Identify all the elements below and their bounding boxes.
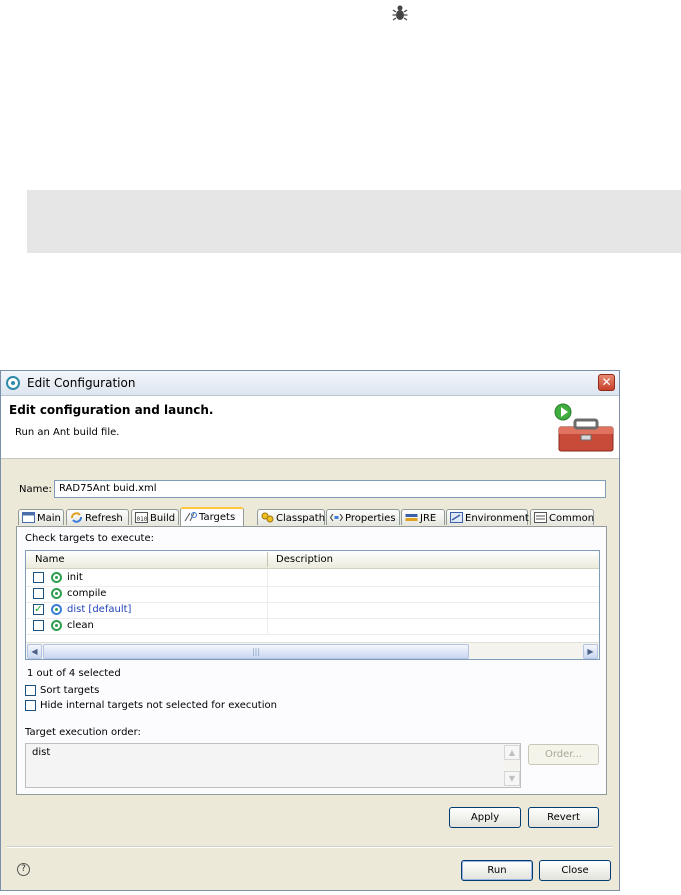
column-description-header[interactable]: Description xyxy=(276,554,333,565)
tab-bar: Main Refresh 010 Build Targets Classpath … xyxy=(17,507,607,527)
check-targets-label: Check targets to execute: xyxy=(25,533,154,544)
column-divider[interactable] xyxy=(267,552,268,567)
main-tab-icon xyxy=(22,512,35,523)
target-checkbox-checked[interactable]: ✓ xyxy=(33,604,44,615)
hide-internal-label[interactable]: Hide internal targets not selected for e… xyxy=(40,700,277,711)
tab-environment[interactable]: Environment xyxy=(446,509,529,525)
tab-common[interactable]: Common xyxy=(530,509,594,525)
scroll-up-button[interactable]: ▲ xyxy=(504,745,520,760)
tab-main[interactable]: Main xyxy=(18,509,64,525)
execution-order-label: Target execution order: xyxy=(25,727,141,738)
target-name: clean xyxy=(67,620,94,631)
jre-icon xyxy=(405,514,418,521)
sort-targets-label[interactable]: Sort targets xyxy=(40,685,99,696)
header-subtitle: Run an Ant build file. xyxy=(15,427,120,438)
target-checkbox[interactable] xyxy=(33,588,44,599)
tab-environment-label: Environment xyxy=(465,513,529,524)
apply-button[interactable]: Apply xyxy=(449,807,521,828)
table-row[interactable]: clean xyxy=(26,618,599,635)
hide-internal-checkbox[interactable] xyxy=(25,700,36,711)
tab-refresh[interactable]: Refresh xyxy=(66,509,129,525)
scroll-left-button[interactable]: ◀ xyxy=(27,644,42,659)
execution-order-field[interactable]: dist ▲ ▼ xyxy=(25,743,521,788)
name-input[interactable]: RAD75Ant buid.xml xyxy=(54,480,606,498)
svg-text:010: 010 xyxy=(137,516,148,523)
revert-button[interactable]: Revert xyxy=(528,807,599,828)
bug-icon xyxy=(392,5,408,21)
vertical-scrollbar[interactable]: ▲ ▼ xyxy=(504,745,520,786)
tab-targets-label: Targets xyxy=(199,512,236,523)
common-icon xyxy=(534,512,547,523)
sort-targets-checkbox[interactable] xyxy=(25,685,36,696)
environment-icon xyxy=(450,512,463,523)
build-icon: 010 xyxy=(135,512,148,523)
tab-jre[interactable]: JRE xyxy=(401,509,445,525)
classpath-icon xyxy=(261,512,274,523)
tab-properties[interactable]: Properties xyxy=(326,509,400,525)
tab-targets[interactable]: Targets xyxy=(180,507,244,526)
target-checkbox[interactable] xyxy=(33,620,44,631)
execution-order-value: dist xyxy=(32,747,51,758)
header-title: Edit configuration and launch. xyxy=(9,403,214,417)
table-row[interactable]: ✓ dist [default] xyxy=(26,602,599,619)
title-bar[interactable]: Edit Configuration ✕ xyxy=(1,371,619,396)
name-label: Name: xyxy=(19,484,52,495)
selected-count: 1 out of 4 selected xyxy=(27,668,121,679)
table-header: Name Description xyxy=(26,551,599,569)
tab-common-label: Common xyxy=(549,513,595,524)
default-target-icon xyxy=(51,604,62,615)
cell-divider xyxy=(267,618,268,634)
help-icon[interactable]: ? xyxy=(17,863,30,876)
tab-build-label: Build xyxy=(150,513,176,524)
cell-divider xyxy=(267,602,268,618)
header-panel: Edit configuration and launch. Run an An… xyxy=(1,396,619,459)
close-button[interactable]: Close xyxy=(539,860,611,881)
cell-divider xyxy=(267,570,268,586)
target-name: dist [default] xyxy=(67,604,132,615)
cell-divider xyxy=(267,586,268,602)
edit-configuration-dialog: Edit Configuration ✕ Edit configuration … xyxy=(0,370,620,891)
horizontal-scrollbar[interactable]: ◀ ||| ▶ xyxy=(26,642,599,659)
tab-refresh-label: Refresh xyxy=(85,513,123,524)
refresh-icon xyxy=(71,512,82,523)
targets-table: Name Description init compile ✓ dist [de… xyxy=(25,550,600,660)
ant-toolbox-icon xyxy=(554,403,614,452)
tab-classpath[interactable]: Classpath xyxy=(257,509,325,525)
tab-jre-label: JRE xyxy=(420,513,437,524)
column-name-header[interactable]: Name xyxy=(35,554,65,565)
order-button[interactable]: Order... xyxy=(528,744,599,765)
properties-icon xyxy=(330,513,343,522)
tab-classpath-label: Classpath xyxy=(276,513,326,524)
targets-icon xyxy=(184,512,197,522)
grey-band xyxy=(27,190,681,253)
scroll-thumb[interactable]: ||| xyxy=(43,644,469,659)
target-name: init xyxy=(67,572,83,583)
target-checkbox[interactable] xyxy=(33,572,44,583)
target-name: compile xyxy=(67,588,107,599)
run-button[interactable]: Run xyxy=(461,860,533,881)
dialog-title: Edit Configuration xyxy=(27,376,136,390)
table-row[interactable]: compile xyxy=(26,586,599,603)
table-row[interactable]: init xyxy=(26,570,599,587)
tab-build[interactable]: 010 Build xyxy=(131,509,179,525)
scroll-right-button[interactable]: ▶ xyxy=(583,644,598,659)
target-icon xyxy=(51,588,62,599)
tab-properties-label: Properties xyxy=(345,513,396,524)
target-icon xyxy=(51,620,62,631)
target-icon xyxy=(51,572,62,583)
scroll-down-button[interactable]: ▼ xyxy=(504,771,520,786)
tab-main-label: Main xyxy=(37,513,61,524)
configuration-icon xyxy=(6,376,20,390)
footer-divider xyxy=(7,846,613,848)
close-window-button[interactable]: ✕ xyxy=(598,374,615,391)
